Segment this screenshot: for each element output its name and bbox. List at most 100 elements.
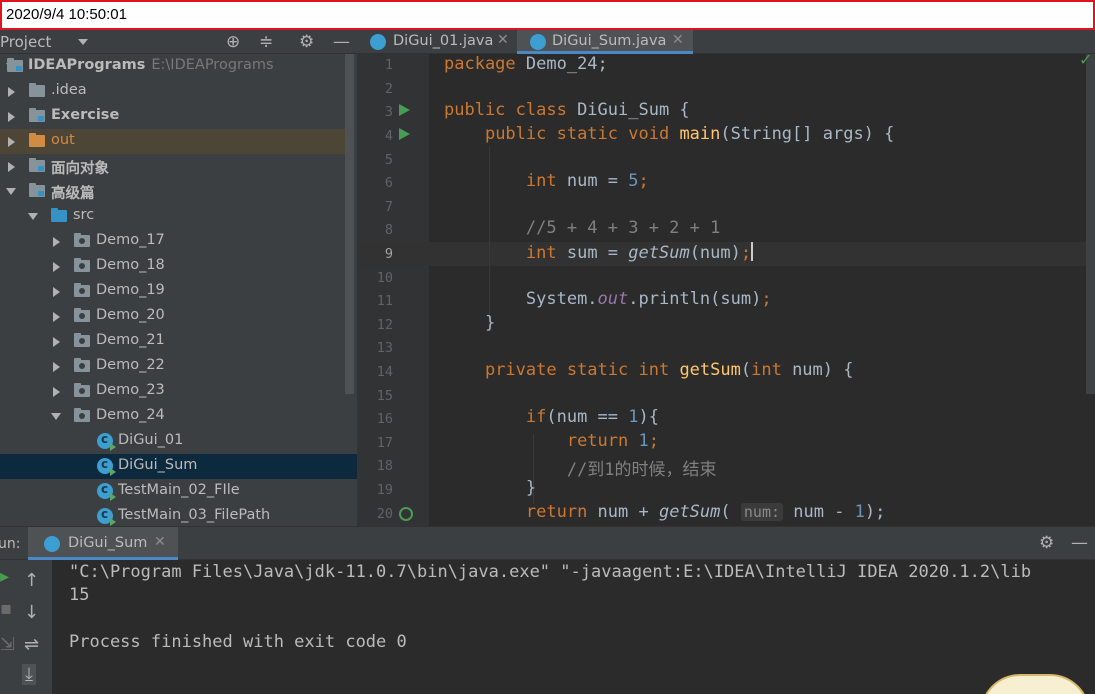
tree-item-demo24[interactable]: Demo_24 (0, 404, 345, 429)
console-output[interactable]: "C:\Program Files\Java\jdk-11.0.7\bin\ja… (52, 560, 1095, 694)
chevron-down-icon[interactable] (28, 213, 38, 220)
up-arrow-icon[interactable]: ↑ (24, 570, 39, 591)
hide-panel-icon[interactable]: — (1071, 533, 1088, 553)
tree-item-label: Demo_19 (96, 282, 165, 298)
collapse-all-icon[interactable]: ≑ (259, 32, 273, 52)
folder-icon (29, 83, 45, 97)
tree-item-src[interactable]: src (0, 204, 345, 229)
console-line: 15 (69, 585, 90, 605)
rerun-icon[interactable]: ▸ (0, 566, 9, 587)
chevron-right-icon[interactable] (53, 312, 60, 322)
scroll-to-end-icon[interactable]: ⤓ (22, 664, 36, 685)
chevron-right-icon[interactable] (8, 112, 15, 122)
chevron-right-icon[interactable] (8, 162, 15, 172)
source-folder-icon (51, 208, 67, 222)
locate-icon[interactable]: ⊕ (226, 32, 240, 52)
excluded-folder-icon (29, 133, 45, 147)
line-number: 10 (376, 270, 393, 286)
project-view-selector[interactable]: Project (0, 33, 51, 51)
restore-layout-icon[interactable]: ⇲ (0, 634, 15, 655)
tree-item-out[interactable]: out (0, 129, 345, 154)
chevron-down-icon[interactable] (78, 39, 88, 45)
editor-scrollbar[interactable] (1086, 54, 1095, 394)
timestamp-text: 2020/9/4 10:50:01 (6, 6, 127, 23)
chevron-right-icon[interactable] (53, 262, 60, 272)
run-tab-digui-sum[interactable]: DiGui_Sum ✕ (28, 527, 178, 560)
tree-item-label: Demo_18 (96, 257, 165, 273)
tree-item-label: out (51, 132, 75, 148)
parameter-hint: num: (740, 503, 784, 521)
inspection-ok-icon[interactable]: ✓ (1079, 50, 1092, 69)
line-number: 16 (376, 411, 393, 427)
tree-item-advanced[interactable]: 高级篇 (0, 179, 345, 204)
close-icon[interactable]: ✕ (672, 32, 684, 48)
line-number: 12 (376, 317, 393, 333)
down-arrow-icon[interactable]: ↓ (24, 602, 39, 623)
line-number: 2 (384, 81, 393, 97)
tree-item-testmain02[interactable]: TestMain_02_FIle (0, 479, 345, 504)
tree-item-demo20[interactable]: Demo_20 (0, 304, 345, 329)
tree-item-demo23[interactable]: Demo_23 (0, 379, 345, 404)
tab-digui-sum[interactable]: DiGui_Sum.java ✕ (517, 30, 693, 54)
project-scrollbar[interactable] (345, 54, 354, 394)
line-number: 19 (376, 482, 393, 498)
run-tab-label: DiGui_Sum (68, 535, 148, 551)
java-class-icon (97, 482, 116, 501)
soft-wrap-icon[interactable]: ⇌ (24, 634, 39, 655)
package-icon (74, 358, 90, 372)
line-number: 13 (376, 340, 393, 356)
line-number: 1 (384, 57, 393, 73)
module-folder-icon (29, 158, 45, 172)
code-line-1: package Demo_24; (444, 54, 608, 74)
chevron-right-icon[interactable] (8, 137, 15, 147)
hide-panel-icon[interactable]: — (333, 32, 350, 52)
tree-item-label: Demo_24 (96, 407, 165, 423)
chevron-right-icon[interactable] (53, 337, 60, 347)
chevron-right-icon[interactable] (8, 87, 15, 97)
code-line-11: System.out.println(sum); (525, 289, 772, 309)
code-line-6: int num = 5; (525, 171, 649, 191)
tree-item-oop[interactable]: 面向对象 (0, 154, 345, 179)
tree-item-label: Demo_17 (96, 232, 165, 248)
project-tree: IDEAPrograms E:\IDEAPrograms .idea Exerci… (0, 54, 357, 526)
line-number: 18 (376, 458, 393, 474)
tree-item-exercise[interactable]: Exercise (0, 104, 345, 129)
tree-item-digui-sum[interactable]: DiGui_Sum (0, 454, 357, 479)
console-line: "C:\Program Files\Java\jdk-11.0.7\bin\ja… (69, 562, 1032, 582)
tree-item-label: Demo_20 (96, 307, 165, 323)
chevron-down-icon[interactable] (6, 188, 16, 195)
tree-item-label: 高级篇 (51, 186, 95, 202)
close-icon[interactable]: ✕ (154, 534, 166, 550)
tree-item-label: Demo_22 (96, 357, 165, 373)
tree-item-label: 面向对象 (51, 161, 109, 177)
code-line-16: if(num == 1){ (525, 407, 659, 427)
stop-icon[interactable]: ▪ (0, 598, 12, 619)
run-main-icon[interactable] (399, 128, 410, 140)
gear-icon[interactable]: ⚙ (299, 32, 314, 52)
chevron-right-icon[interactable] (53, 387, 60, 397)
package-icon (74, 233, 90, 247)
tree-item-idea[interactable]: .idea (0, 79, 345, 104)
tree-item-demo21[interactable]: Demo_21 (0, 329, 345, 354)
close-icon[interactable]: ✕ (497, 32, 509, 48)
tree-item-demo17[interactable]: Demo_17 (0, 229, 345, 254)
chevron-right-icon[interactable] (53, 287, 60, 297)
tree-item-demo22[interactable]: Demo_22 (0, 354, 345, 379)
line-number: 6 (384, 175, 393, 191)
gear-icon[interactable]: ⚙ (1039, 533, 1054, 553)
tree-item-digui01[interactable]: DiGui_01 (0, 429, 345, 454)
tree-item-label: Demo_23 (96, 382, 165, 398)
tab-digui01[interactable]: DiGui_01.java ✕ (357, 30, 515, 54)
run-class-icon[interactable] (399, 104, 410, 116)
tree-root[interactable]: IDEAPrograms E:\IDEAPrograms (0, 54, 345, 79)
code-line-12: } (484, 313, 496, 333)
tree-item-label: Exercise (51, 107, 120, 123)
chevron-down-icon[interactable] (51, 413, 61, 420)
tree-item-label: TestMain_03_FilePath (118, 507, 271, 523)
project-panel-header: Project ⊕ ≑ ⚙ — (0, 30, 357, 54)
chevron-right-icon[interactable] (53, 237, 60, 247)
code-editor[interactable]: package Demo_24; public class DiGui_Sum … (429, 54, 1095, 526)
chevron-right-icon[interactable] (53, 362, 60, 372)
tree-item-demo18[interactable]: Demo_18 (0, 254, 345, 279)
tree-item-demo19[interactable]: Demo_19 (0, 279, 345, 304)
